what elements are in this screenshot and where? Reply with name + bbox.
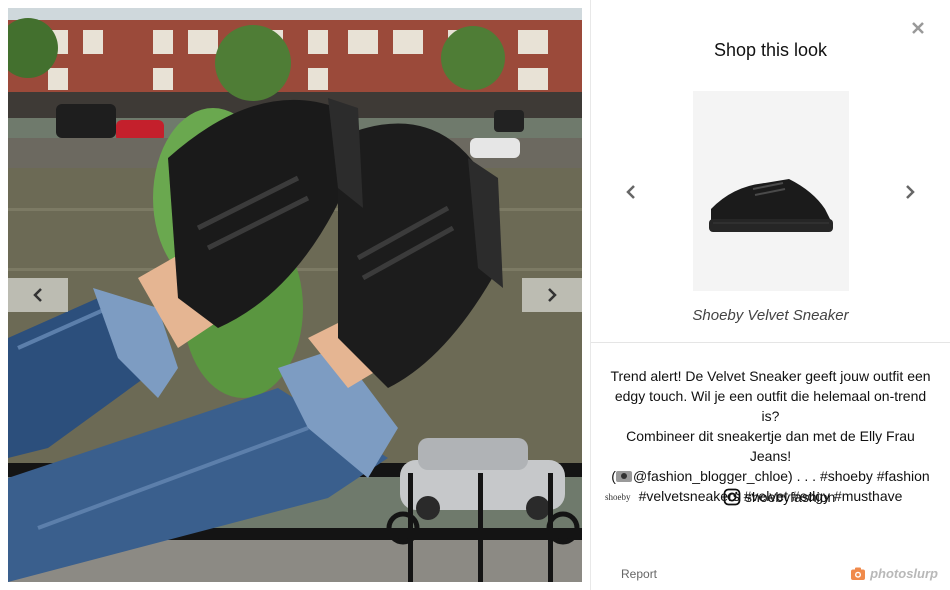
chevron-left-icon — [626, 185, 635, 199]
caption-line: (@fashion_blogger_chloe) . . . #shoeby #… — [607, 466, 934, 486]
caption-line-text: @fashion_blogger_chloe) . . . #shoeby #f… — [632, 468, 930, 484]
product-prev-button[interactable] — [621, 182, 641, 202]
caption-line: Combineer dit sneakertje dan met de Elly… — [626, 428, 915, 464]
panel-title: Shop this look — [713, 40, 828, 60]
product-image[interactable] — [693, 91, 849, 291]
brand-logo: shoeby — [605, 492, 631, 502]
instagram-link[interactable]: shoebyfashion — [723, 488, 835, 506]
chevron-right-icon — [548, 288, 557, 302]
ugc-photo — [8, 8, 582, 582]
photoslurp-text: photoslurp — [870, 566, 938, 581]
camera-icon — [851, 567, 866, 580]
caption-line: Trend alert! De Velvet Sneaker geeft jou… — [610, 368, 931, 384]
photo-prev-button[interactable] — [8, 278, 68, 312]
instagram-icon — [723, 488, 741, 506]
chevron-left-icon — [33, 288, 42, 302]
caption-line: edgy touch. Wil je een outfit die helema… — [614, 388, 927, 424]
post-caption: Trend alert! De Velvet Sneaker geeft jou… — [607, 366, 934, 506]
close-icon[interactable] — [910, 20, 926, 36]
photo-image — [8, 8, 582, 582]
chevron-right-icon — [906, 185, 915, 199]
sneaker-image — [693, 91, 849, 291]
shop-panel: Shop this look Shoeby Velvet Sneaker Tre… — [590, 0, 950, 590]
product-name[interactable]: Shoeby Velvet Sneaker — [591, 307, 950, 324]
instagram-handle: shoebyfashion — [745, 489, 836, 505]
camera-icon — [615, 471, 632, 482]
divider — [591, 342, 950, 343]
photo-next-button[interactable] — [522, 278, 582, 312]
report-link[interactable]: Report — [621, 567, 657, 581]
product-next-button[interactable] — [900, 182, 920, 202]
photoslurp-logo[interactable]: photoslurp — [851, 566, 938, 581]
